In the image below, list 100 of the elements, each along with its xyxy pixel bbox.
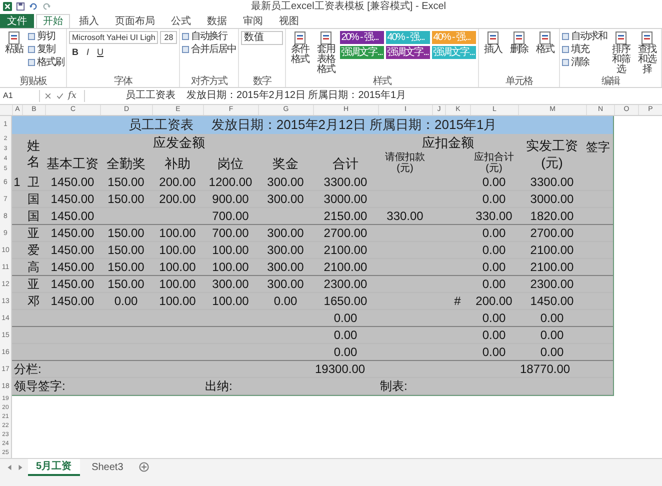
group-label: 编辑 (600, 76, 622, 88)
table-cell: 150.00 (108, 277, 144, 292)
ribbon-tab[interactable]: 数据 (200, 14, 234, 28)
ribbon-tab[interactable]: 视图 (272, 14, 306, 28)
table-cell: 300.00 (267, 226, 304, 240)
table-cell: 2150.00 (324, 209, 368, 224)
table-cell: 2700.00 (324, 226, 368, 240)
table-cell: 1450.00 (50, 277, 94, 292)
table-cell: 1650.00 (324, 294, 368, 308)
ribbon-tab[interactable]: 页面布局 (108, 14, 162, 28)
table-cell: 0.00 (482, 260, 506, 274)
ribbon-button[interactable]: 条件格式 (288, 30, 312, 65)
ribbon-button[interactable]: 插入 (481, 30, 506, 55)
ribbon-button[interactable]: 套用表格格式 (314, 30, 338, 75)
ribbon-button[interactable]: 格式 (533, 30, 558, 55)
table-cell: 0.00 (482, 226, 506, 240)
table-cell: 100.00 (212, 243, 249, 258)
table-cell: 1450.00 (50, 260, 94, 274)
ribbon-button[interactable]: 粘贴 (2, 30, 26, 55)
table-cell: 100.00 (159, 243, 196, 258)
table-cell: 1450.00 (50, 175, 94, 190)
ribbon-tab[interactable]: 开始 (36, 14, 70, 28)
number-format-field[interactable]: 数值 (241, 30, 284, 45)
table-cell: 0.00 (482, 344, 506, 359)
table-cell: 100.00 (159, 277, 196, 292)
document-icon (293, 30, 308, 45)
table-cell: 150.00 (108, 226, 144, 240)
table-cell: 200.00 (159, 175, 196, 190)
sheet-tab[interactable]: Sheet3 (84, 460, 132, 475)
ribbon-tab[interactable]: 公式 (164, 14, 198, 28)
table-cell: 150.00 (108, 192, 144, 206)
table-cell: 100.00 (159, 226, 196, 240)
font-name-field[interactable]: Microsoft YaHei UI Ligh (69, 30, 158, 44)
format-button[interactable]: U (94, 46, 107, 58)
table-cell: 1200.00 (208, 175, 252, 190)
ribbon-button[interactable]: 合并后居中 (182, 44, 236, 56)
redo-icon[interactable] (42, 2, 51, 12)
document-icon (614, 30, 628, 45)
ribbon-button[interactable]: 排序和筛选 (609, 30, 634, 75)
group-label: 字体 (113, 76, 134, 88)
table-title: 员工工资表 发放日期：2015年2月12日 所属日期：2015年1月 (12, 116, 613, 134)
ribbon-tab[interactable]: 文件 (0, 14, 34, 28)
table-cell: 0.00 (482, 310, 506, 325)
cell-style-button[interactable]: 强调文字... (386, 46, 430, 59)
group-label: 单元格 (504, 76, 534, 88)
column-heading: 实发工资(元) (525, 136, 579, 171)
cancel-icon[interactable] (44, 92, 52, 100)
table-cell: 卫 (28, 174, 40, 191)
formula-field[interactable]: 员工工资表 发放日期：2015年2月12日 所属日期：2015年1月 (84, 90, 662, 102)
insert-function-button[interactable]: fx (68, 90, 80, 101)
table-cell: 300.00 (267, 260, 304, 274)
ribbon-button[interactable]: 剪切 (28, 30, 64, 43)
table-cell: 300.00 (267, 243, 304, 258)
ribbon-button[interactable]: 自动换行 (182, 30, 236, 43)
table-cell: 2300.00 (530, 277, 574, 292)
table-cell: 1 (14, 175, 20, 190)
ribbon-tab[interactable]: 插入 (72, 14, 106, 28)
cell-style-button[interactable]: 20% - 强... (340, 30, 384, 44)
ribbon-button[interactable]: 删除 (507, 30, 532, 55)
table-cell: 300.00 (267, 175, 304, 190)
table-cell: 0.00 (334, 328, 358, 342)
add-icon[interactable] (139, 462, 150, 472)
square-icon (562, 33, 570, 40)
undo-icon[interactable] (29, 2, 38, 12)
ribbon-tab[interactable]: 审阅 (236, 14, 270, 28)
ribbon-button[interactable]: 清除 (562, 56, 608, 69)
next-sheet-icon[interactable] (17, 464, 24, 471)
table-cell: 邓 (28, 292, 40, 310)
table-cell: 2100.00 (324, 260, 368, 274)
table-cell: 100.00 (159, 260, 196, 274)
sheet-tab[interactable]: 5月工资 (28, 458, 80, 476)
font-size-field[interactable]: 28 (160, 30, 178, 44)
table-cell: 0.00 (114, 294, 138, 308)
table-cell: 3300.00 (324, 175, 368, 190)
cell-style-button[interactable]: 强调文字... (340, 46, 384, 59)
table-cell: 1450.00 (50, 192, 94, 206)
table-cell: 2300.00 (324, 277, 368, 292)
ribbon-button[interactable]: 复制 (28, 44, 64, 56)
table-cell: 330.00 (476, 209, 512, 224)
ribbon-button[interactable]: 查找和选择 (635, 30, 660, 75)
save-icon[interactable] (16, 2, 25, 12)
table-cell: 亚 (28, 276, 40, 293)
table-cell: 1450.00 (50, 226, 94, 240)
format-button[interactable]: B (69, 46, 82, 58)
table-cell: 0.00 (274, 294, 298, 308)
name-box[interactable]: A1 (0, 90, 40, 102)
ribbon-button[interactable]: 填充 (562, 44, 608, 56)
check-icon[interactable] (56, 92, 64, 100)
square-icon (28, 33, 35, 40)
table-cell: 150.00 (108, 175, 144, 190)
format-button[interactable]: I (84, 46, 92, 58)
table-cell: 1820.00 (530, 209, 574, 224)
group-label: 数字 (252, 76, 272, 88)
previous-sheet-icon[interactable] (6, 464, 13, 471)
ribbon-button[interactable]: 自动求和 (562, 30, 608, 43)
column-heading: 合计 (332, 154, 360, 173)
table-cell: 150.00 (108, 243, 144, 258)
group-label: 样式 (372, 76, 392, 88)
ribbon-button[interactable]: 格式刷 (28, 56, 64, 69)
spreadsheet-logo-icon[interactable] (3, 2, 12, 12)
